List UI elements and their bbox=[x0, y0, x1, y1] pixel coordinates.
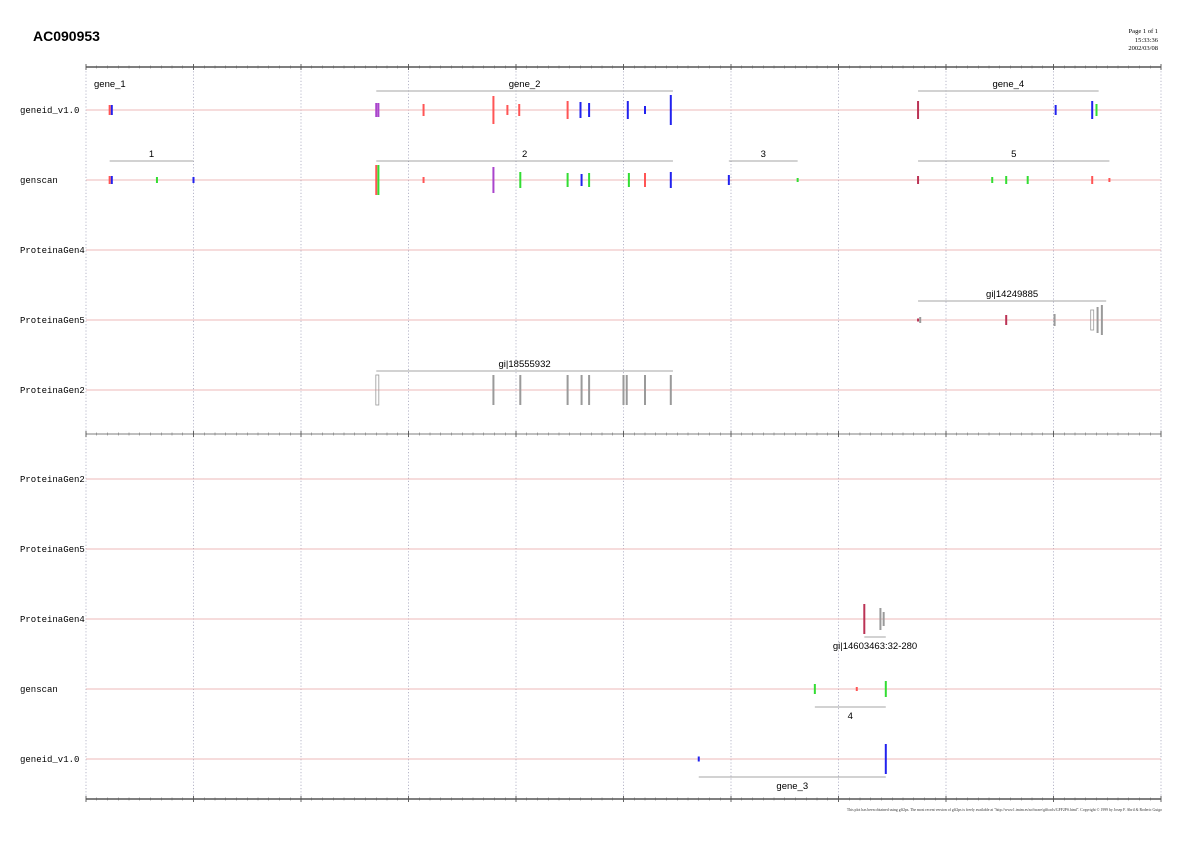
group-label: gi|18555932 bbox=[499, 359, 551, 370]
feature-exon bbox=[108, 176, 111, 184]
feature-exon bbox=[1096, 307, 1099, 333]
feature-exon bbox=[422, 104, 425, 116]
feature-exon bbox=[669, 172, 672, 188]
feature-exon bbox=[644, 106, 646, 114]
feature-exon bbox=[669, 95, 672, 125]
feature-exon bbox=[506, 105, 509, 115]
feature-exon bbox=[492, 167, 495, 193]
feature-exon bbox=[1108, 178, 1111, 182]
feature-exon bbox=[796, 178, 799, 182]
group-label: 5 bbox=[1011, 149, 1016, 160]
track-label: genscan bbox=[20, 685, 58, 695]
feature-exon bbox=[1091, 101, 1094, 119]
feature-exon bbox=[375, 103, 378, 117]
track-label: ProteinaGen5 bbox=[20, 316, 85, 326]
track-label: ProteinaGen4 bbox=[20, 246, 85, 256]
group-label: gi|14603463:32-280 bbox=[833, 641, 917, 652]
feature-exon bbox=[1005, 176, 1008, 184]
feature-exon bbox=[519, 172, 522, 188]
group-label: gene_4 bbox=[992, 79, 1024, 90]
track-label: ProteinaGen2 bbox=[20, 475, 85, 485]
feature-exon bbox=[579, 102, 582, 118]
track-label: geneid_v1.0 bbox=[20, 755, 79, 765]
feature-exon bbox=[422, 177, 425, 183]
feature-exon bbox=[1100, 305, 1103, 335]
feature-exon bbox=[626, 101, 629, 119]
feature-exon bbox=[991, 177, 994, 183]
copyright-footer: This plot has been obtained using gff2ps… bbox=[846, 808, 1162, 812]
group-label: gene_1 bbox=[94, 79, 126, 90]
feature-exon bbox=[375, 165, 378, 195]
feature-exon bbox=[879, 608, 882, 630]
feature-exon bbox=[863, 604, 866, 634]
group-label: 1 bbox=[149, 149, 154, 160]
feature-exon bbox=[882, 612, 885, 626]
track-label: ProteinaGen4 bbox=[20, 615, 85, 625]
feature-exon bbox=[377, 103, 380, 117]
feature-exon bbox=[727, 175, 730, 185]
group-label: gi|14249885 bbox=[986, 289, 1038, 300]
feature-exon bbox=[566, 101, 569, 119]
feature-exon bbox=[813, 684, 816, 694]
group-label: 3 bbox=[761, 149, 766, 160]
feature-exon bbox=[155, 177, 158, 183]
feature-exon bbox=[917, 176, 920, 184]
feature-exon bbox=[917, 101, 920, 119]
track-label: ProteinaGen2 bbox=[20, 386, 85, 396]
feature-exon bbox=[566, 375, 569, 405]
feature-exon bbox=[644, 375, 646, 405]
group-label: 4 bbox=[848, 711, 853, 722]
feature-exon bbox=[492, 96, 495, 124]
feature-exon bbox=[1026, 176, 1029, 184]
track-label: ProteinaGen5 bbox=[20, 545, 85, 555]
feature-exon bbox=[697, 756, 700, 762]
feature-exon bbox=[108, 105, 111, 115]
feature-exon bbox=[588, 375, 591, 405]
feature-exon bbox=[1095, 104, 1098, 116]
feature-exon bbox=[627, 173, 630, 187]
feature-exon bbox=[1054, 105, 1057, 115]
feature-exon bbox=[625, 375, 628, 405]
feature-exon bbox=[1053, 314, 1056, 326]
feature-exon bbox=[884, 744, 887, 774]
feature-exon bbox=[622, 375, 625, 405]
group-label: gene_2 bbox=[509, 79, 541, 90]
feature-exon bbox=[192, 177, 195, 183]
feature-exon bbox=[566, 173, 569, 187]
feature-exon bbox=[580, 174, 583, 186]
feature-exon bbox=[1005, 315, 1008, 325]
group-label: 2 bbox=[522, 149, 527, 160]
feature-exon bbox=[377, 165, 380, 195]
feature-exon bbox=[580, 375, 583, 405]
feature-exon bbox=[492, 375, 495, 405]
feature-exon bbox=[919, 317, 922, 323]
feature-exon bbox=[917, 318, 920, 322]
feature-exon bbox=[884, 681, 887, 697]
feature-exon bbox=[669, 375, 672, 405]
track-label: geneid_v1.0 bbox=[20, 106, 79, 116]
feature-exon bbox=[588, 103, 591, 117]
feature-exon bbox=[644, 173, 646, 187]
track-label: genscan bbox=[20, 176, 58, 186]
feature-exon bbox=[518, 104, 521, 116]
feature-exon bbox=[110, 105, 113, 115]
feature-exon bbox=[110, 176, 113, 184]
feature-exon bbox=[519, 375, 522, 405]
gene-structure-plot: geneid_v1.0 gene_1 gene_2 gene_4genscan 1 2 3 5… bbox=[20, 64, 1162, 802]
feature-exon bbox=[855, 687, 858, 691]
group-label: gene_3 bbox=[776, 781, 808, 792]
feature-exon bbox=[1091, 176, 1094, 184]
feature-exon bbox=[588, 173, 591, 187]
